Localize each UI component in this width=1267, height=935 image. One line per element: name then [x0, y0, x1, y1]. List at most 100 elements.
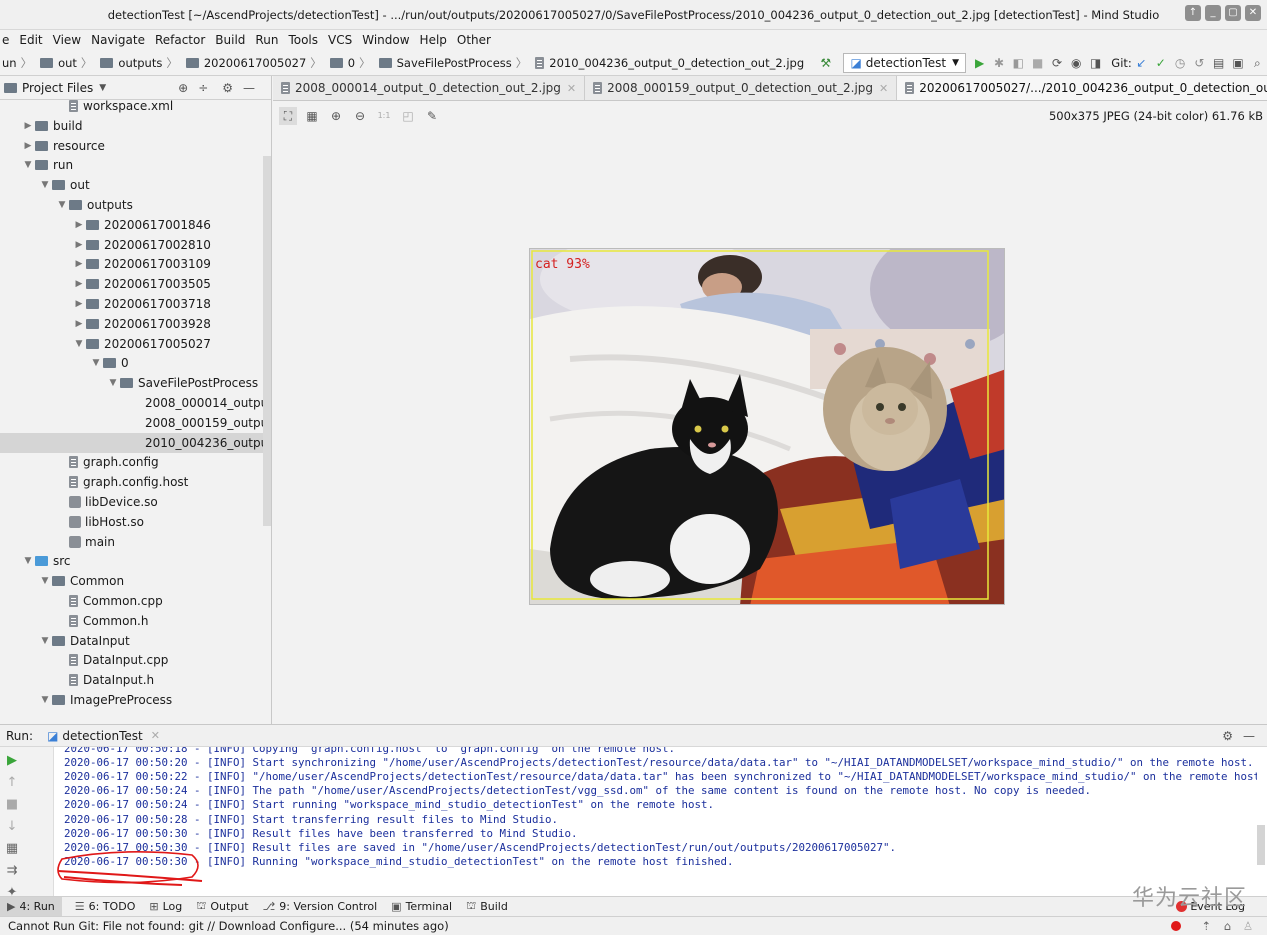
tree-item[interactable]: ▶ 20200617002810 [0, 235, 263, 255]
chevron-down-icon[interactable]: ▼ [55, 200, 69, 210]
chevron-right-icon[interactable]: ▶ [72, 220, 86, 230]
chevron-down-icon[interactable]: ▼ [38, 636, 52, 646]
stop-icon[interactable]: ■ [4, 797, 20, 813]
hide-icon[interactable]: — [243, 81, 255, 95]
color-picker-icon[interactable]: ✎ [423, 107, 441, 125]
tree-item[interactable]: ▼ 0 [0, 353, 263, 373]
menu-edit[interactable]: Edit [14, 33, 47, 47]
chevron-down-icon[interactable]: ▼ [21, 556, 35, 566]
tree-item[interactable]: ▼ out [0, 175, 263, 195]
breadcrumb-item[interactable]: 0 〉 [328, 55, 377, 71]
gear-icon[interactable]: ⚙ [1222, 729, 1233, 743]
tree-item[interactable]: ▼ src [0, 551, 263, 571]
tree-item[interactable]: graph.config.host [0, 472, 263, 492]
editor-tab[interactable]: 2008_000159_output_0_detection_out_2.jpg… [585, 76, 898, 100]
build-hammer-icon[interactable]: ⚒ [820, 55, 831, 71]
window-maximize-button[interactable]: ▢ [1225, 5, 1241, 21]
tree-item[interactable]: 2008_000159_output_ [0, 413, 263, 433]
tree-item[interactable]: ▶ 20200617003109 [0, 254, 263, 274]
breadcrumb-item[interactable]: outputs 〉 [98, 55, 183, 71]
tree-item[interactable]: DataInput.cpp [0, 650, 263, 670]
collapse-icon[interactable]: ÷ [198, 81, 208, 95]
down-icon[interactable]: ↓ [4, 819, 20, 835]
menu-refactor[interactable]: Refactor [150, 33, 210, 47]
hide-icon[interactable]: — [1243, 729, 1255, 743]
layout-icon[interactable]: ▦ [4, 841, 20, 857]
tree-item[interactable]: Common.h [0, 611, 263, 631]
run-console-output[interactable]: 2020-06-17 00:50:18 - [INFO] Copying "gr… [62, 747, 1257, 896]
rerun-icon[interactable]: ▶ [4, 753, 20, 769]
menu-vcs[interactable]: VCS [323, 33, 357, 47]
fit-window-icon[interactable]: ◰ [399, 107, 417, 125]
breadcrumb-item[interactable]: 2010_004236_output_0_detection_out_2.jpg [533, 56, 806, 70]
project-view-selector[interactable]: Project Files [22, 81, 93, 95]
tree-item[interactable]: ▶ 20200617003928 [0, 314, 263, 334]
window-close-button[interactable]: ✕ [1245, 5, 1261, 21]
status-text[interactable]: Cannot Run Git: File not found: git // D… [8, 919, 449, 933]
locate-icon[interactable]: ⊕ [178, 81, 188, 95]
menu-window[interactable]: Window [357, 33, 414, 47]
breadcrumb-item[interactable]: out 〉 [38, 55, 98, 71]
tree-item[interactable]: main [0, 532, 263, 552]
chevron-down-icon[interactable]: ▼ [38, 576, 52, 586]
gear-icon[interactable]: ⚙ [222, 81, 233, 95]
git-update-icon[interactable]: ↙ [1136, 55, 1147, 71]
tree-item[interactable]: ▼ outputs [0, 195, 263, 215]
tree-item[interactable]: ▼ ImagePreProcess [0, 690, 263, 710]
sync-icon[interactable]: ⟳ [1051, 55, 1062, 71]
tree-scrollbar[interactable] [263, 156, 271, 526]
debug-icon[interactable]: ✱ [993, 55, 1004, 71]
coverage-icon[interactable]: ◧ [1013, 55, 1024, 71]
tool-tab-terminal[interactable]: ▣ Terminal [384, 897, 459, 917]
chevron-right-icon[interactable]: ▶ [21, 141, 35, 151]
tree-item[interactable]: ▼ run [0, 155, 263, 175]
git-revert-icon[interactable]: ↺ [1194, 55, 1205, 71]
tool-tab-todo[interactable]: ☰ 6: TODO [68, 897, 143, 917]
tree-item[interactable]: 2008_000014_output_ [0, 393, 263, 413]
window-minimize-button[interactable]: _ [1205, 5, 1221, 21]
tree-item[interactable]: ▼ SaveFilePostProcess [0, 373, 263, 393]
breadcrumb-item[interactable]: 20200617005027 〉 [184, 55, 328, 71]
run-config-selector[interactable]: ◪ detectionTest ▼ [843, 52, 967, 73]
menu-e[interactable]: e [0, 33, 14, 47]
window-up-button[interactable]: ↑ [1185, 5, 1201, 21]
device-icon[interactable]: ◨ [1090, 55, 1101, 71]
tree-item[interactable]: ▶ build [0, 116, 263, 136]
tool-tab-build[interactable]: ⛫ Build [459, 897, 515, 917]
breadcrumb-item[interactable]: un 〉 [0, 55, 38, 71]
person-icon[interactable]: ♙ [1243, 919, 1253, 933]
breadcrumb-item[interactable]: SaveFilePostProcess 〉 [377, 55, 534, 71]
menu-run[interactable]: Run [250, 33, 283, 47]
chevron-down-icon[interactable]: ▼ [99, 83, 106, 93]
menu-view[interactable]: View [48, 33, 86, 47]
tool-tab-run[interactable]: ▶ 4: Run [0, 896, 62, 917]
tree-item[interactable]: ▶ 20200617003505 [0, 274, 263, 294]
tool-tab-version-control[interactable]: ⎇ 9: Version Control [256, 897, 385, 917]
tool-tab-log[interactable]: ⊞ Log [142, 897, 189, 917]
zoom-out-icon[interactable]: ⊖ [351, 107, 369, 125]
stop-icon[interactable]: ■ [1032, 55, 1043, 71]
tree-item[interactable]: libDevice.so [0, 492, 263, 512]
menu-build[interactable]: Build [210, 33, 250, 47]
chevron-down-icon[interactable]: ▼ [106, 378, 120, 388]
menu-tools[interactable]: Tools [283, 33, 323, 47]
close-icon[interactable]: ✕ [567, 82, 576, 95]
tree-item[interactable]: 2010_004236_output_ [0, 432, 263, 453]
actual-size-icon[interactable]: 1:1 [375, 107, 393, 125]
git-history-icon[interactable]: ◷ [1174, 55, 1185, 71]
editor-tab[interactable]: 2008_000014_output_0_detection_out_2.jpg… [273, 76, 586, 100]
console-scrollbar[interactable] [1257, 825, 1265, 865]
tree-item[interactable]: graph.config [0, 452, 263, 472]
tool-tab-output[interactable]: ⛫ Output [189, 897, 255, 917]
tree-item[interactable]: ▶ resource [0, 136, 263, 156]
chevron-right-icon[interactable]: ▶ [72, 240, 86, 250]
project-structure-icon[interactable]: ▤ [1213, 55, 1224, 71]
menu-help[interactable]: Help [415, 33, 452, 47]
terminal-icon[interactable]: ▣ [1232, 55, 1243, 71]
zoom-in-icon[interactable]: ⊕ [327, 107, 345, 125]
editor-tab[interactable]: 20200617005027/.../2010_004236_output_0_… [897, 76, 1267, 100]
run-icon[interactable]: ▶ [974, 55, 985, 71]
tree-item[interactable]: DataInput.h [0, 670, 263, 690]
error-indicator-icon[interactable] [1171, 921, 1181, 931]
chevron-right-icon[interactable]: ▶ [72, 259, 86, 269]
